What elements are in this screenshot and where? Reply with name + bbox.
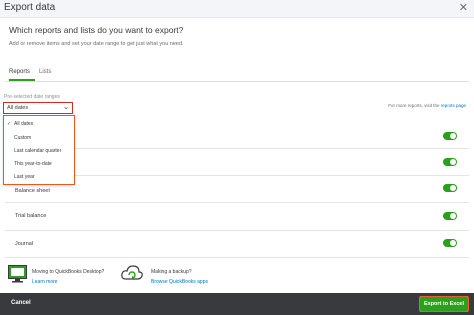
report-toggle[interactable] bbox=[443, 212, 457, 220]
checkmark-icon: ✓ bbox=[7, 121, 12, 127]
export-button-label: Export to Excel bbox=[423, 301, 465, 307]
report-row-label: Journal bbox=[15, 241, 34, 247]
promo-backup-title: Making a backup? bbox=[151, 269, 192, 275]
report-toggle[interactable] bbox=[443, 158, 457, 166]
toggle-knob bbox=[450, 213, 456, 219]
close-icon[interactable]: ✕ bbox=[459, 1, 468, 14]
dialog-footer: Cancel Export to Excel bbox=[0, 293, 474, 315]
date-option-custom[interactable]: Custom bbox=[14, 135, 31, 141]
cancel-button[interactable]: Cancel bbox=[11, 300, 31, 306]
dialog-titlebar: Export data ✕ bbox=[0, 0, 474, 18]
report-row-trial-balance: Trial balance bbox=[5, 202, 469, 231]
toggle-knob bbox=[450, 185, 456, 191]
toggle-knob bbox=[450, 133, 456, 139]
export-to-excel-button[interactable]: Export to Excel bbox=[419, 296, 469, 312]
date-range-value: All dates bbox=[7, 105, 29, 111]
report-toggle[interactable] bbox=[443, 184, 457, 192]
date-option-last-quarter[interactable]: Last calendar quarter bbox=[14, 148, 61, 154]
export-question: Which reports and lists do you want to e… bbox=[9, 25, 184, 35]
chevron-down-icon: ⌄ bbox=[63, 104, 69, 111]
promo-desktop-title: Moving to QuickBooks Desktop? bbox=[32, 269, 105, 275]
report-toggle[interactable] bbox=[443, 132, 457, 140]
date-range-select[interactable]: All dates ⌄ bbox=[3, 102, 73, 114]
export-description: Add or remove items and set your date ra… bbox=[9, 41, 184, 47]
report-row-label: Balance sheet bbox=[15, 188, 50, 194]
promo-desktop-link[interactable]: Learn more bbox=[32, 279, 58, 285]
tab-reports[interactable]: Reports bbox=[9, 69, 30, 75]
tab-lists[interactable]: Lists bbox=[39, 69, 51, 75]
dialog-title: Export data bbox=[4, 2, 56, 13]
reports-page-link[interactable]: reports page bbox=[441, 103, 466, 108]
tab-bar: Reports Lists bbox=[5, 67, 469, 82]
desktop-migration-icon bbox=[8, 265, 27, 283]
date-option-all-dates[interactable]: All dates bbox=[14, 121, 33, 127]
report-toggle[interactable] bbox=[443, 239, 457, 247]
toggle-knob bbox=[450, 159, 456, 165]
promo-backup-link[interactable]: Browse QuickBooks apps bbox=[151, 279, 208, 285]
reports-page-prefix: For more reports, visit the bbox=[388, 103, 440, 108]
report-row-journal: Journal bbox=[5, 230, 469, 258]
report-row-label: Trial balance bbox=[15, 213, 47, 219]
date-range-label: Pre-selected date ranges bbox=[4, 94, 60, 100]
cloud-sync-icon bbox=[121, 265, 143, 280]
date-range-dropdown: ✓ All dates Custom Last calendar quarter… bbox=[3, 115, 75, 185]
date-option-last-year[interactable]: Last year bbox=[14, 174, 35, 180]
toggle-knob bbox=[450, 240, 456, 246]
active-tab-indicator bbox=[9, 79, 35, 81]
reports-page-hint: For more reports, visit the reports page bbox=[388, 103, 466, 108]
date-option-ytd[interactable]: This year-to-date bbox=[14, 161, 52, 167]
